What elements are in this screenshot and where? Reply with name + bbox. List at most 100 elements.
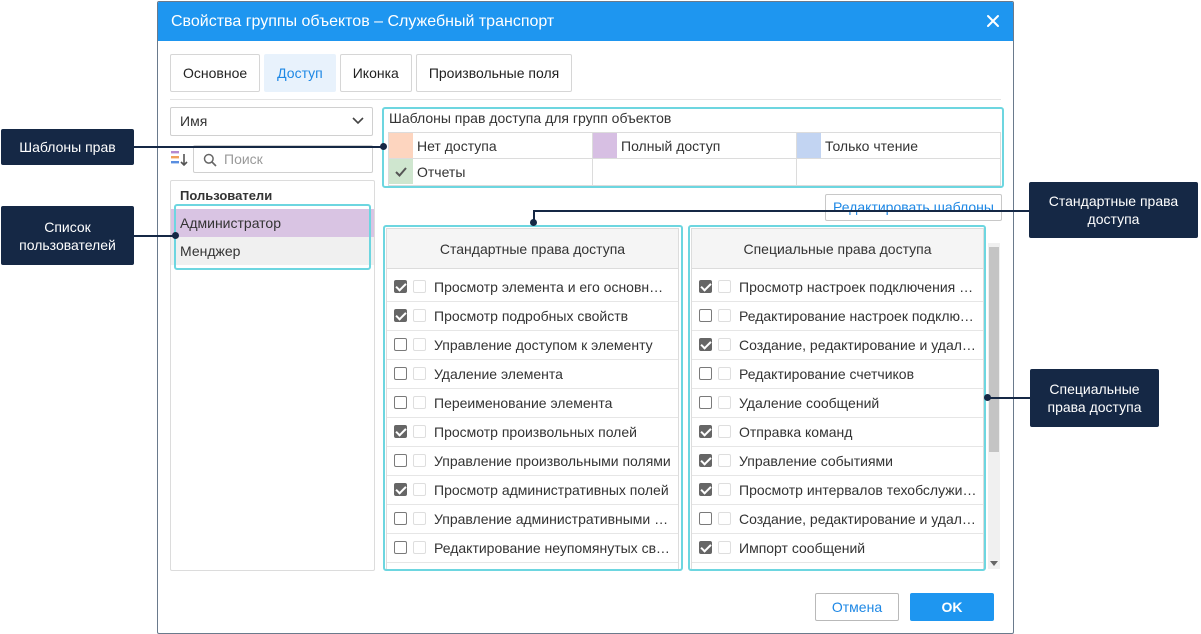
special-right-row[interactable]: Отправка команд — [692, 418, 983, 447]
template-label: Отчеты — [417, 164, 466, 180]
standard-right-secondary-checkbox[interactable] — [413, 425, 426, 438]
special-right-label: Создание, редактирование и удаление датч… — [739, 337, 977, 353]
special-right-secondary-checkbox[interactable] — [718, 454, 731, 467]
standard-right-secondary-checkbox[interactable] — [413, 367, 426, 380]
special-right-checkbox[interactable] — [699, 512, 712, 525]
edit-templates-button[interactable]: Редактировать шаблоны — [825, 194, 1002, 221]
special-right-label: Создание, редактирование и удаление инте… — [739, 511, 977, 527]
standard-right-checkbox[interactable] — [394, 396, 407, 409]
standard-right-secondary-checkbox[interactable] — [413, 512, 426, 525]
standard-right-checkbox[interactable] — [394, 425, 407, 438]
special-right-secondary-checkbox[interactable] — [718, 512, 731, 525]
template-read-only[interactable]: Только чтение — [797, 133, 1000, 159]
template-no-access[interactable]: Нет доступа — [389, 133, 593, 159]
special-right-checkbox[interactable] — [699, 280, 712, 293]
standard-right-label: Просмотр произвольных полей — [434, 424, 637, 440]
standard-right-checkbox[interactable] — [394, 309, 407, 322]
special-right-checkbox[interactable] — [699, 541, 712, 554]
special-right-checkbox[interactable] — [699, 454, 712, 467]
special-right-secondary-checkbox[interactable] — [718, 367, 731, 380]
standard-right-row[interactable]: Управление доступом к элементу — [387, 331, 678, 360]
dialog-title: Свойства группы объектов – Служебный тра… — [171, 13, 555, 30]
standard-right-row[interactable]: Редактирование неупомянутых свойств — [387, 534, 678, 563]
close-icon[interactable] — [985, 13, 1001, 29]
cancel-button[interactable]: Отмена — [815, 593, 899, 621]
special-right-row[interactable]: Удаление сообщений — [692, 389, 983, 418]
scroll-down-arrow[interactable] — [990, 561, 998, 566]
rights-scrollbar[interactable] — [988, 243, 1000, 569]
special-right-checkbox[interactable] — [699, 483, 712, 496]
special-right-secondary-checkbox[interactable] — [718, 483, 731, 496]
special-right-row[interactable]: Управление событиями — [692, 447, 983, 476]
special-right-checkbox[interactable] — [699, 309, 712, 322]
callout-special: Специальные права доступа — [1030, 369, 1159, 427]
standard-right-checkbox[interactable] — [394, 280, 407, 293]
template-reports[interactable]: Отчеты — [389, 159, 593, 185]
standard-right-checkbox[interactable] — [394, 541, 407, 554]
standard-right-row[interactable]: Просмотр административных полей — [387, 476, 678, 505]
standard-right-row[interactable]: Управление произвольными полями — [387, 447, 678, 476]
special-right-checkbox[interactable] — [699, 367, 712, 380]
templates-grid: Нет доступа Полный доступ Только чтение … — [388, 132, 1001, 186]
callout-dot — [530, 219, 537, 226]
standard-right-row[interactable]: Удаление элемента — [387, 360, 678, 389]
standard-right-row[interactable]: Просмотр элемента и его основных свойств — [387, 273, 678, 302]
special-right-row[interactable]: Создание, редактирование и удаление датч… — [692, 331, 983, 360]
sort-select[interactable]: Имя — [170, 107, 373, 136]
special-rights-panel: Специальные права доступа Просмотр настр… — [691, 228, 984, 570]
search-input[interactable] — [222, 146, 370, 172]
standard-right-row[interactable]: Управление журналом — [387, 563, 678, 569]
standard-right-checkbox[interactable] — [394, 367, 407, 380]
callout-dot — [172, 232, 179, 239]
special-right-row[interactable]: Создание, редактирование и удаление инте… — [692, 505, 983, 534]
special-right-row[interactable]: Редактирование счетчиков — [692, 360, 983, 389]
standard-right-secondary-checkbox[interactable] — [413, 541, 426, 554]
special-right-checkbox[interactable] — [699, 425, 712, 438]
ok-button[interactable]: OK — [910, 593, 994, 621]
standard-right-secondary-checkbox[interactable] — [413, 483, 426, 496]
standard-right-secondary-checkbox[interactable] — [413, 396, 426, 409]
standard-right-secondary-checkbox[interactable] — [413, 338, 426, 351]
standard-right-checkbox[interactable] — [394, 483, 407, 496]
users-list-header: Пользователи — [180, 188, 273, 203]
special-right-secondary-checkbox[interactable] — [718, 541, 731, 554]
special-right-checkbox[interactable] — [699, 396, 712, 409]
special-right-secondary-checkbox[interactable] — [718, 280, 731, 293]
tab-access[interactable]: Доступ — [264, 54, 336, 92]
special-right-secondary-checkbox[interactable] — [718, 396, 731, 409]
special-right-row[interactable]: Просмотр настроек подключения (устройств… — [692, 273, 983, 302]
tab-icon[interactable]: Иконка — [339, 54, 412, 92]
template-full-access[interactable]: Полный доступ — [593, 133, 797, 159]
standard-right-row[interactable]: Просмотр произвольных полей — [387, 418, 678, 447]
standard-right-row[interactable]: Переименование элемента — [387, 389, 678, 418]
special-right-secondary-checkbox[interactable] — [718, 338, 731, 351]
scrollbar-thumb[interactable] — [989, 247, 999, 452]
special-right-row[interactable]: Редактирование настроек подключения — [692, 302, 983, 331]
standard-right-secondary-checkbox[interactable] — [413, 454, 426, 467]
standard-right-checkbox[interactable] — [394, 454, 407, 467]
standard-right-checkbox[interactable] — [394, 512, 407, 525]
special-right-row[interactable]: Экспорт сообщений — [692, 563, 983, 569]
sort-icon[interactable] — [171, 150, 189, 168]
standard-right-row[interactable]: Управление административными полями — [387, 505, 678, 534]
special-right-row[interactable]: Импорт сообщений — [692, 534, 983, 563]
standard-right-row[interactable]: Просмотр подробных свойств — [387, 302, 678, 331]
special-right-checkbox[interactable] — [699, 338, 712, 351]
standard-right-secondary-checkbox[interactable] — [413, 309, 426, 322]
templates-title: Шаблоны прав доступа для групп объектов — [389, 110, 672, 126]
template-label: Только чтение — [825, 138, 919, 154]
standard-right-checkbox[interactable] — [394, 338, 407, 351]
special-right-secondary-checkbox[interactable] — [718, 425, 731, 438]
special-right-row[interactable]: Просмотр интервалов техобслуживания — [692, 476, 983, 505]
template-swatch — [797, 133, 821, 158]
special-right-secondary-checkbox[interactable] — [718, 309, 731, 322]
tab-custom-fields[interactable]: Произвольные поля — [415, 54, 573, 92]
standard-right-secondary-checkbox[interactable] — [413, 280, 426, 293]
callout-dot — [380, 143, 387, 150]
check-icon — [395, 167, 407, 177]
tab-divider — [170, 99, 1001, 100]
user-item-manager[interactable]: Менджер — [171, 237, 374, 265]
tab-general[interactable]: Основное — [170, 54, 261, 92]
standard-right-label: Управление произвольными полями — [434, 453, 671, 469]
user-item-administrator[interactable]: Администратор — [171, 209, 374, 237]
